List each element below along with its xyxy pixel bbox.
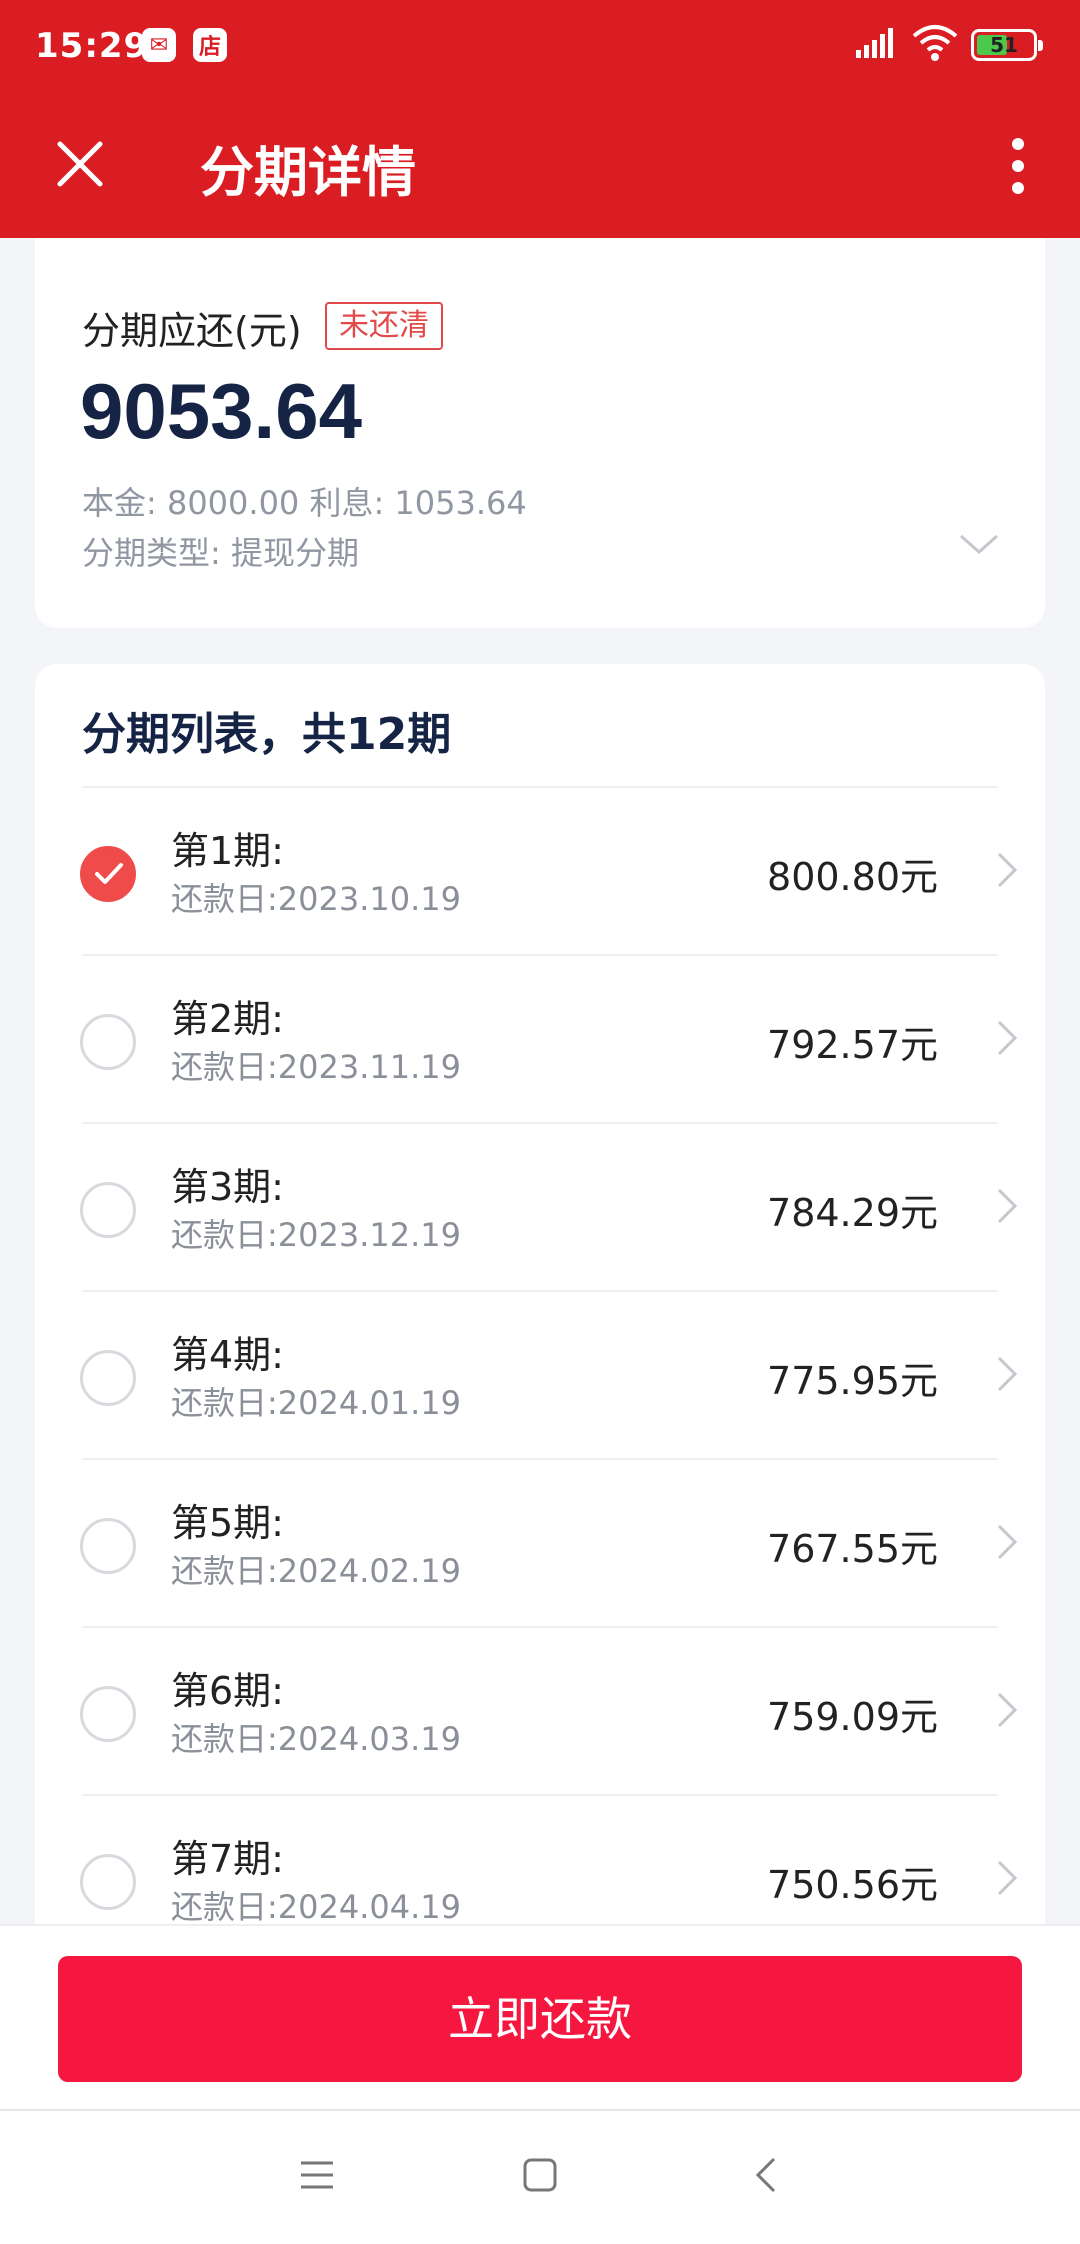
- installment-checkbox[interactable]: [80, 1014, 136, 1070]
- chevron-right-icon: [997, 1524, 1018, 1560]
- chevron-right-icon: [997, 1692, 1018, 1728]
- installment-name: 第1期:: [171, 829, 284, 873]
- installment-name: 第3期:: [171, 1165, 284, 1209]
- pay-now-button[interactable]: 立即还款: [58, 1956, 1022, 2082]
- installment-type-text: 分期类型: 提现分期: [82, 534, 359, 572]
- installment-name: 第5期:: [171, 1501, 284, 1545]
- action-bar: 立即还款: [0, 1924, 1080, 2109]
- installment-amount: 759.09元: [767, 1695, 938, 1739]
- installment-amount: 792.57元: [767, 1023, 938, 1067]
- installment-amount: 800.80元: [767, 855, 938, 899]
- top-bar: 15:29 ✉ 店 51 分期详情: [0, 0, 1080, 238]
- amount-due-label: 分期应还(元): [82, 309, 302, 353]
- installment-row[interactable]: 第3期: 还款日:2023.12.19 784.29元: [35, 1124, 1045, 1292]
- status-badge: 未还清: [325, 302, 443, 350]
- battery-level: 51: [990, 33, 1018, 57]
- installment-row[interactable]: 第2期: 还款日:2023.11.19 792.57元: [35, 956, 1045, 1124]
- chevron-right-icon: [997, 852, 1018, 888]
- chevron-down-icon[interactable]: [957, 530, 1001, 560]
- principal-interest-text: 本金: 8000.00 利息: 1053.64: [82, 484, 527, 522]
- installment-checkbox[interactable]: [80, 1686, 136, 1742]
- installment-due-date: 还款日:2024.04.19: [171, 1888, 462, 1924]
- installment-due-date: 还款日:2024.03.19: [171, 1720, 462, 1758]
- chevron-right-icon: [997, 1020, 1018, 1056]
- summary-card: 分期应还(元) 未还清 9053.64 本金: 8000.00 利息: 1053…: [35, 238, 1045, 628]
- back-icon[interactable]: [752, 2155, 780, 2195]
- installment-amount: 784.29元: [767, 1191, 938, 1235]
- installment-list-card: 分期列表，共12期 第1期: 还款日:2023.10.19 800.80元 第2…: [35, 664, 1045, 1924]
- check-icon: [95, 863, 123, 884]
- wifi-icon: [912, 25, 958, 61]
- signal-icon: [856, 28, 893, 58]
- notification-store-icon: 店: [193, 28, 227, 62]
- installment-checkbox[interactable]: [80, 846, 136, 902]
- installment-row[interactable]: 第5期: 还款日:2024.02.19 767.55元: [35, 1460, 1045, 1628]
- installment-checkbox[interactable]: [80, 1518, 136, 1574]
- system-nav-bar: [0, 2109, 1080, 2244]
- installment-amount: 775.95元: [767, 1359, 938, 1403]
- status-time: 15:29: [35, 26, 149, 66]
- installment-checkbox[interactable]: [80, 1350, 136, 1406]
- installment-row[interactable]: 第7期: 还款日:2024.04.19 750.56元: [35, 1796, 1045, 1924]
- installment-name: 第6期:: [171, 1669, 284, 1713]
- installment-name: 第4期:: [171, 1333, 284, 1377]
- close-icon[interactable]: [52, 136, 108, 192]
- installment-amount: 750.56元: [767, 1863, 938, 1907]
- battery-icon: 51: [971, 29, 1043, 61]
- amount-due-value: 9053.64: [80, 367, 362, 455]
- installment-checkbox[interactable]: [80, 1854, 136, 1910]
- chevron-right-icon: [997, 1188, 1018, 1224]
- more-icon[interactable]: [1000, 136, 1036, 196]
- installment-due-date: 还款日:2023.10.19: [171, 880, 462, 918]
- notification-app-icon: ✉: [142, 28, 176, 62]
- chevron-right-icon: [997, 1356, 1018, 1392]
- installment-row[interactable]: 第6期: 还款日:2024.03.19 759.09元: [35, 1628, 1045, 1796]
- installment-due-date: 还款日:2024.02.19: [171, 1552, 462, 1590]
- status-bar: 15:29 ✉ 店 51: [0, 0, 1080, 92]
- installment-name: 第7期:: [171, 1837, 284, 1881]
- home-icon[interactable]: [521, 2155, 559, 2195]
- installment-amount: 767.55元: [767, 1527, 938, 1571]
- installment-due-date: 还款日:2023.11.19: [171, 1048, 462, 1086]
- menu-icon[interactable]: [298, 2155, 336, 2195]
- app-header: 分期详情: [0, 92, 1080, 238]
- installment-list-title: 分期列表，共12期: [82, 709, 452, 760]
- page-title: 分期详情: [200, 141, 416, 204]
- chevron-right-icon: [997, 1860, 1018, 1896]
- installment-name: 第2期:: [171, 997, 284, 1041]
- installment-row[interactable]: 第4期: 还款日:2024.01.19 775.95元: [35, 1292, 1045, 1460]
- installment-row[interactable]: 第1期: 还款日:2023.10.19 800.80元: [35, 788, 1045, 956]
- installment-due-date: 还款日:2024.01.19: [171, 1384, 462, 1422]
- installment-checkbox[interactable]: [80, 1182, 136, 1238]
- installment-due-date: 还款日:2023.12.19: [171, 1216, 462, 1254]
